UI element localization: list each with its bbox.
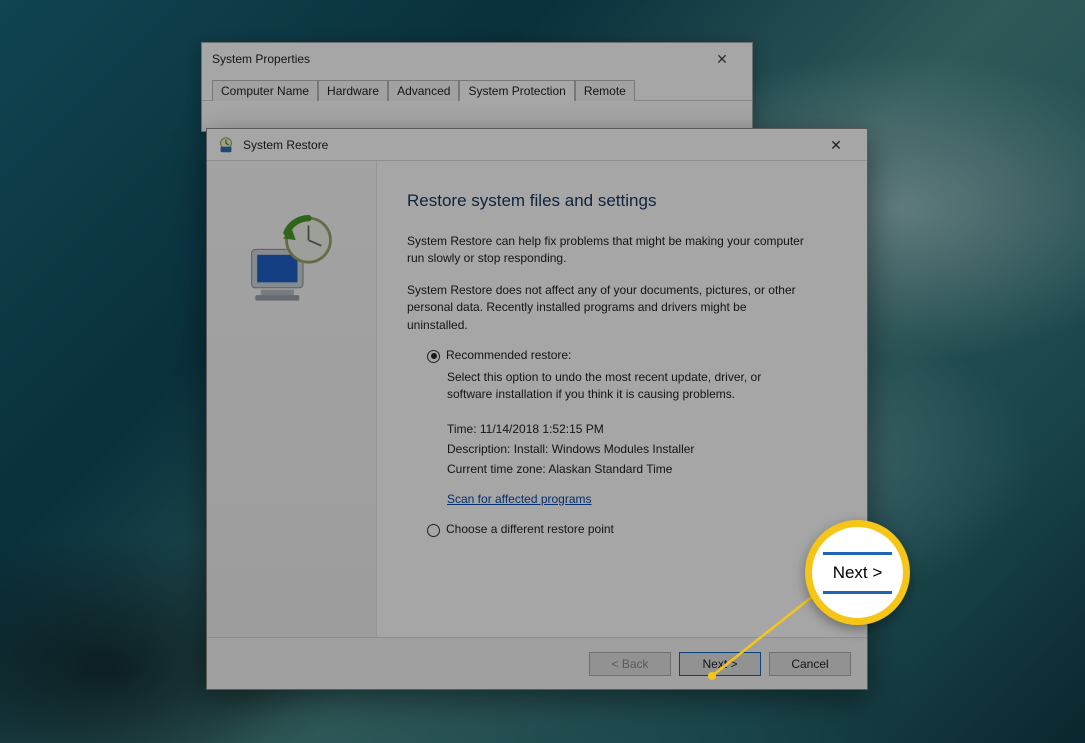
- option-recommended-restore[interactable]: Recommended restore:: [427, 348, 831, 363]
- dialog-content: Restore system files and settings System…: [377, 161, 867, 637]
- cancel-button[interactable]: Cancel: [769, 652, 851, 676]
- system-restore-title: System Restore: [243, 138, 328, 152]
- option-recommended-description: Select this option to undo the most rece…: [447, 369, 777, 403]
- restore-graphic-icon: [237, 209, 347, 319]
- annotation-accent-bar: [823, 552, 892, 555]
- tab-remote[interactable]: Remote: [575, 80, 635, 101]
- scan-affected-programs-link[interactable]: Scan for affected programs: [447, 492, 592, 506]
- tab-hardware[interactable]: Hardware: [318, 80, 388, 101]
- tab-advanced[interactable]: Advanced: [388, 80, 459, 101]
- annotation-accent-bar: [823, 591, 892, 594]
- intro-paragraph-2: System Restore does not affect any of yo…: [407, 282, 807, 334]
- system-restore-dialog: System Restore ✕: [206, 128, 868, 690]
- option-different-label: Choose a different restore point: [446, 522, 614, 536]
- restore-point-timezone: Current time zone: Alaskan Standard Time: [447, 459, 831, 479]
- radio-unselected-icon[interactable]: [427, 524, 440, 537]
- option-different-restore-point[interactable]: Choose a different restore point: [427, 522, 831, 537]
- system-restore-titlebar[interactable]: System Restore ✕: [207, 129, 867, 161]
- radio-selected-icon[interactable]: [427, 350, 440, 363]
- system-properties-title: System Properties: [212, 52, 310, 66]
- restore-point-description: Description: Install: Windows Modules In…: [447, 439, 831, 459]
- option-recommended-label: Recommended restore:: [446, 348, 571, 362]
- system-restore-icon: [217, 136, 235, 154]
- system-properties-window: System Properties ✕ Computer Name Hardwa…: [201, 42, 753, 132]
- tab-computer-name[interactable]: Computer Name: [212, 80, 318, 101]
- next-button[interactable]: Next >: [679, 652, 761, 676]
- dialog-body: Restore system files and settings System…: [207, 161, 867, 637]
- annotation-label: Next >: [812, 559, 903, 587]
- system-properties-tabs: Computer Name Hardware Advanced System P…: [202, 75, 752, 101]
- dialog-sidebar-graphic: [207, 161, 377, 637]
- close-icon[interactable]: ✕: [815, 131, 857, 159]
- dialog-heading: Restore system files and settings: [407, 191, 831, 211]
- restore-point-time: Time: 11/14/2018 1:52:15 PM: [447, 419, 831, 439]
- tab-system-protection[interactable]: System Protection: [459, 80, 574, 101]
- desktop-background: System Properties ✕ Computer Name Hardwa…: [0, 0, 1085, 743]
- back-button[interactable]: < Back: [589, 652, 671, 676]
- annotation-highlight-circle: Next >: [805, 520, 910, 625]
- system-properties-titlebar[interactable]: System Properties ✕: [202, 43, 752, 75]
- close-icon[interactable]: ✕: [702, 45, 742, 73]
- intro-paragraph-1: System Restore can help fix problems tha…: [407, 233, 807, 268]
- dialog-footer: < Back Next > Cancel: [207, 637, 867, 689]
